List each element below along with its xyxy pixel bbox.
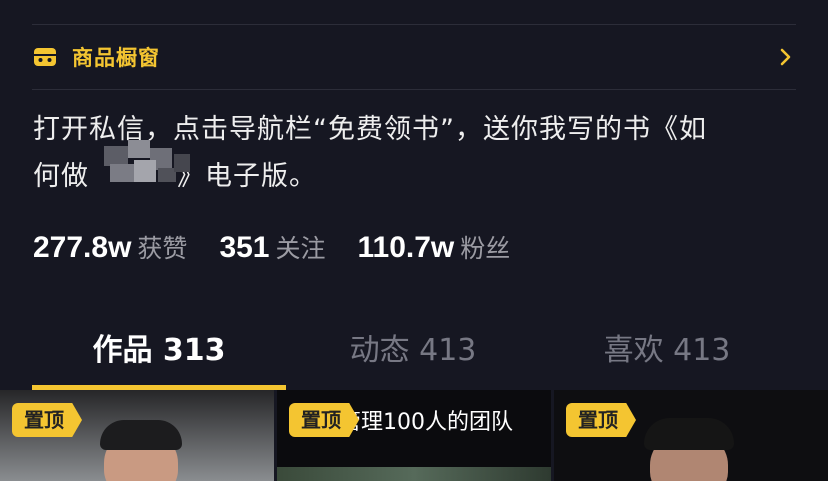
likes-count: 277.8w: [33, 231, 132, 264]
profile-stats: 277.8w 获赞 351 关注 110.7w 粉丝: [33, 224, 542, 270]
following-stat[interactable]: 351 关注: [219, 229, 325, 265]
video-grid: 置顶 管理100人的团队 置顶 置顶: [0, 390, 828, 481]
video-title: 管理100人的团队: [339, 410, 513, 435]
video-thumbnail[interactable]: 置顶: [0, 390, 274, 481]
bio-line-2-prefix: 何做: [33, 161, 89, 192]
mid-divider: [32, 89, 796, 90]
tab-works[interactable]: 作品 313: [32, 318, 286, 390]
hair-image: [100, 420, 182, 450]
pinned-badge: 置顶: [566, 403, 636, 437]
tab-activity[interactable]: 动态 413: [286, 318, 540, 390]
shop-icon: [32, 43, 60, 71]
pinned-badge: 置顶: [12, 403, 82, 437]
video-thumbnail[interactable]: 置顶: [554, 390, 828, 481]
tab-likes[interactable]: 喜欢 413: [540, 318, 794, 390]
followers-label: 粉丝: [460, 234, 511, 263]
following-count: 351: [219, 231, 270, 264]
content-tabs: 作品 313 动态 413 喜欢 413: [0, 318, 828, 390]
likes-stat[interactable]: 277.8w 获赞: [33, 229, 187, 265]
chevron-right-icon: [776, 47, 796, 67]
scene-strip: [277, 467, 551, 481]
pixelated-redaction: [100, 140, 196, 186]
showcase-label: 商品橱窗: [72, 46, 160, 70]
hair-image: [644, 418, 734, 450]
following-label: 关注: [275, 234, 326, 263]
likes-label: 获赞: [137, 234, 188, 263]
product-showcase-row[interactable]: 商品橱窗: [0, 25, 828, 89]
bio-line-2-suffix: 》电子版。: [177, 161, 317, 192]
video-thumbnail[interactable]: 管理100人的团队 置顶: [277, 390, 551, 481]
followers-count: 110.7w: [357, 231, 455, 264]
pinned-badge: 置顶: [289, 403, 359, 437]
followers-stat[interactable]: 110.7w 粉丝: [358, 229, 511, 265]
